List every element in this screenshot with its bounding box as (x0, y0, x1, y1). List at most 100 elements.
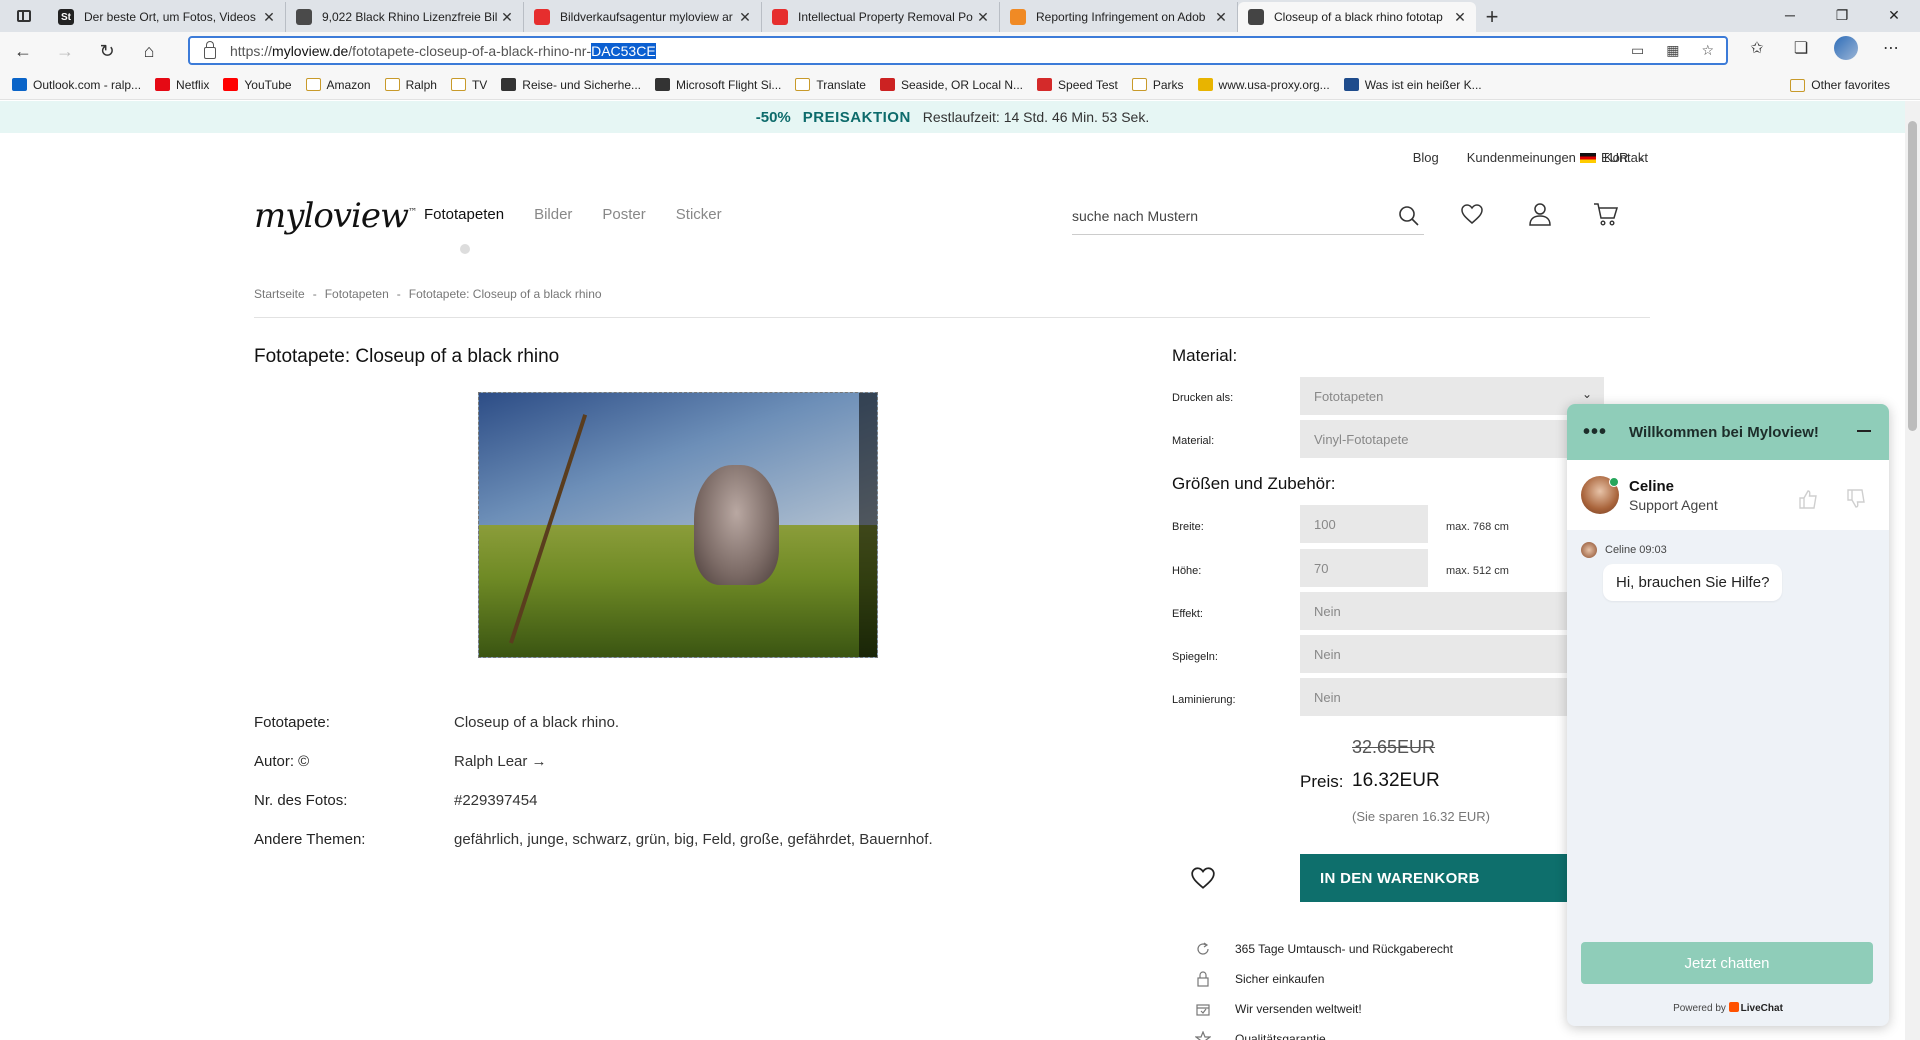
start-chat-button[interactable]: Jetzt chatten (1581, 942, 1873, 984)
home-button[interactable]: ⌂ (130, 35, 168, 67)
browser-tab[interactable]: Intellectual Property Removal Po ✕ (762, 2, 1000, 32)
back-button[interactable]: ← (4, 35, 42, 67)
detail-value: Closeup of a black rhino. (454, 714, 620, 731)
close-tab-icon[interactable]: ✕ (499, 9, 515, 26)
browser-tab[interactable]: Bildverkaufsagentur myloview ar ✕ (524, 2, 762, 32)
reviews-link[interactable]: Kundenmeinungen (1467, 150, 1576, 165)
add-to-wishlist-heart-icon[interactable] (1190, 866, 1218, 892)
thumbs-up-icon[interactable] (1797, 488, 1819, 510)
site-logo[interactable]: myloview™ (254, 196, 417, 236)
window-controls: ─ ❐ ✕ (1764, 0, 1920, 30)
bookmark-item[interactable]: Translate (795, 78, 866, 92)
bookmark-item[interactable]: YouTube (223, 77, 292, 92)
bookmark-item[interactable]: Netflix (155, 78, 209, 92)
tab-favicon-icon (1248, 9, 1264, 25)
breadcrumb-category[interactable]: Fototapeten (325, 287, 389, 301)
browser-tab[interactable]: Reporting Infringement on Adob ✕ (1000, 2, 1238, 32)
minimize-button[interactable]: ─ (1764, 0, 1816, 30)
account-icon[interactable] (1526, 200, 1554, 228)
breadcrumb-home[interactable]: Startseite (254, 287, 305, 301)
mirror-select[interactable]: Nein (1300, 635, 1568, 673)
flight-icon (655, 78, 671, 91)
width-input[interactable]: 100 (1300, 505, 1428, 543)
lock-icon (1197, 971, 1209, 987)
bookmark-item[interactable]: Microsoft Flight Si... (655, 78, 781, 92)
close-tab-icon[interactable]: ✕ (975, 9, 991, 26)
breadcrumb-separator: - (396, 287, 401, 301)
other-favorites[interactable]: Other favorites (1790, 78, 1890, 92)
nav-poster[interactable]: Poster (602, 206, 645, 223)
bookmark-item[interactable]: Parks (1131, 77, 1184, 92)
forward-button[interactable]: → (46, 35, 84, 67)
bookmark-item[interactable]: Speed Test (1037, 78, 1118, 92)
browser-tab[interactable]: Closeup of a black rhino fototap ✕ (1238, 2, 1476, 32)
netflix-icon (155, 78, 171, 91)
page-scrollbar[interactable] (1905, 101, 1920, 1040)
nav-sticker[interactable]: Sticker (676, 206, 722, 223)
bookmark-item[interactable]: Was ist ein heißer K... (1343, 78, 1482, 92)
url-field[interactable]: https://myloview.de/fototapete-closeup-o… (188, 36, 1728, 65)
bookmark-item[interactable]: TV (450, 77, 488, 92)
lamination-select[interactable]: Nein (1300, 678, 1568, 716)
product-details: Fototapete: Closeup of a black rhino. Aut… (254, 714, 933, 870)
product-image[interactable] (478, 392, 878, 658)
search-input[interactable] (1072, 208, 1372, 224)
more-options-icon[interactable]: ••• (1583, 421, 1607, 444)
nav-fototapeten[interactable]: Fototapeten (424, 206, 504, 223)
bookmark-label: YouTube (244, 77, 292, 92)
favorites-icon[interactable]: ✩ (1746, 38, 1768, 58)
browser-tab[interactable]: St Der beste Ort, um Fotos, Videos ✕ (48, 2, 286, 32)
profile-avatar[interactable] (1834, 36, 1858, 60)
topics-value[interactable]: gefährlich, junge, schwarz, grün, big, F… (454, 831, 933, 870)
scrollbar-thumb[interactable] (1908, 121, 1917, 431)
currency-selector[interactable]: EUR ⌄ (1580, 150, 1646, 165)
new-tab-button[interactable]: + (1476, 2, 1508, 32)
cart-icon[interactable] (1592, 200, 1620, 228)
close-tab-icon[interactable]: ✕ (737, 9, 753, 26)
author-link[interactable]: Ralph Lear → (454, 753, 547, 792)
maximize-button[interactable]: ❐ (1816, 0, 1868, 30)
collections-icon[interactable]: ❏ (1790, 38, 1812, 58)
read-aloud-icon[interactable]: ▭ (1631, 42, 1644, 59)
nav-bilder[interactable]: Bilder (534, 206, 572, 223)
width-max: max. 768 cm (1446, 521, 1509, 533)
search-icon[interactable] (1398, 205, 1420, 227)
powered-by[interactable]: Powered by LiveChat (1567, 1002, 1889, 1014)
close-window-button[interactable]: ✕ (1868, 0, 1920, 30)
usp-text: Sicher einkaufen (1235, 972, 1325, 986)
close-tab-icon[interactable]: ✕ (1452, 9, 1468, 26)
effect-select[interactable]: Nein (1300, 592, 1568, 630)
image-crop-shade (859, 393, 877, 657)
close-tab-icon[interactable]: ✕ (261, 9, 277, 26)
bookmark-item[interactable]: Ralph (384, 78, 437, 92)
blog-link[interactable]: Blog (1413, 150, 1439, 165)
news-icon (879, 78, 895, 91)
material-select[interactable]: Vinyl-Fototapete (1300, 420, 1568, 458)
reload-button[interactable]: ↻ (88, 35, 126, 67)
bookmark-item[interactable]: Amazon (305, 78, 371, 92)
bookmark-item[interactable]: Outlook.com - ralp... (12, 78, 141, 92)
bookmark-item[interactable]: www.usa-proxy.org... (1197, 78, 1330, 92)
detail-key: Autor: © (254, 753, 310, 770)
thumbs-down-icon[interactable] (1845, 488, 1867, 510)
close-tab-icon[interactable]: ✕ (1213, 9, 1229, 26)
browser-tab[interactable]: 9,022 Black Rhino Lizenzfreie Bil ✕ (286, 2, 524, 32)
bookmark-label: TV (471, 77, 488, 92)
settings-more-icon[interactable]: ⋯ (1880, 38, 1902, 58)
height-input[interactable]: 70 (1300, 549, 1428, 587)
add-to-cart-button[interactable]: IN DEN WARENKORB (1300, 854, 1570, 902)
wishlist-icon[interactable] (1458, 200, 1486, 228)
usp-text: Qualitätsgarantie (1235, 1032, 1326, 1040)
currency-label: EUR (1601, 150, 1629, 165)
bookmark-label: Parks (1152, 77, 1184, 92)
travel-icon (501, 78, 517, 91)
bookmark-item[interactable]: Seaside, OR Local N... (879, 78, 1023, 92)
promo-banner[interactable]: -50% PREISAKTION Restlaufzeit: 14 Std. 4… (0, 101, 1905, 133)
tab-actions-menu-button[interactable] (0, 0, 48, 32)
minimize-chat-icon[interactable] (1857, 430, 1871, 432)
add-favorite-icon[interactable]: ☆ (1701, 42, 1714, 59)
bookmark-item[interactable]: Reise- und Sicherhe... (501, 78, 641, 92)
print-as-select[interactable]: Fototapeten ⌄ (1300, 377, 1604, 415)
breadcrumb-current[interactable]: Fototapete: Closeup of a black rhino (409, 287, 602, 301)
app-available-icon[interactable]: ▦ (1666, 42, 1679, 59)
